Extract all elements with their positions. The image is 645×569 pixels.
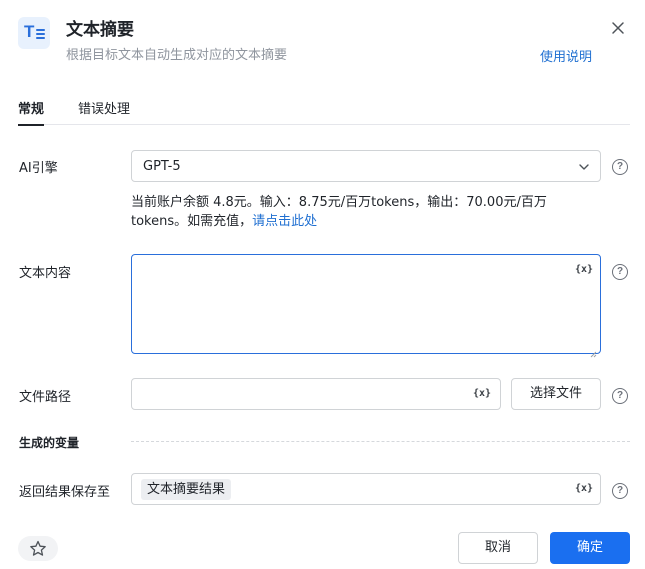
save-to-input[interactable]: 文本摘要结果 {x}: [131, 473, 601, 505]
dialog-title: 文本摘要: [66, 20, 134, 40]
ai-engine-select[interactable]: GPT-5: [131, 150, 601, 182]
generated-variables-heading: 生成的变量: [19, 436, 80, 450]
tab-bar: 常规 错误处理: [18, 98, 630, 126]
section-divider: [131, 441, 630, 442]
file-path-label: 文件路径: [19, 390, 72, 405]
close-icon[interactable]: [608, 18, 628, 38]
cancel-button[interactable]: 取消: [458, 532, 538, 564]
ai-engine-value: GPT-5: [143, 159, 181, 174]
variable-insert-icon[interactable]: {x}: [575, 483, 593, 494]
confirm-button[interactable]: 确定: [550, 532, 630, 564]
text-summary-icon: T: [18, 17, 50, 49]
resize-handle-icon[interactable]: [590, 343, 597, 358]
choose-file-button[interactable]: 选择文件: [511, 378, 601, 410]
dialog-subtitle: 根据目标文本自动生成对应的文本摘要: [66, 48, 288, 63]
ai-engine-help-icon[interactable]: ?: [612, 159, 628, 175]
balance-note-line2: tokens。如需充值，: [131, 214, 253, 229]
variable-insert-icon[interactable]: {x}: [473, 388, 491, 399]
tab-general[interactable]: 常规: [18, 98, 45, 126]
ai-engine-label: AI引擎: [19, 161, 58, 176]
file-path-help-icon[interactable]: ?: [612, 388, 628, 404]
variable-insert-icon[interactable]: {x}: [575, 264, 593, 275]
balance-note-line1: 当前账户余额 4.8元。输入：8.75元/百万tokens，输出：70.00元/…: [131, 195, 547, 210]
text-content-help-icon[interactable]: ?: [612, 264, 628, 280]
file-path-input[interactable]: {x}: [131, 378, 501, 410]
recharge-link[interactable]: 请点击此处: [252, 214, 317, 229]
text-content-textarea[interactable]: {x}: [131, 254, 601, 358]
save-to-label: 返回结果保存至: [19, 485, 111, 500]
balance-note: 当前账户余额 4.8元。输入：8.75元/百万tokens，输出：70.00元/…: [131, 193, 581, 231]
save-to-help-icon[interactable]: ?: [612, 483, 628, 499]
tab-error-handling[interactable]: 错误处理: [78, 98, 130, 125]
chevron-down-icon: [577, 159, 591, 173]
text-content-label: 文本内容: [19, 266, 72, 281]
help-link[interactable]: 使用说明: [540, 46, 592, 65]
variable-tag[interactable]: 文本摘要结果: [141, 479, 232, 500]
favorite-star-icon[interactable]: [18, 536, 58, 561]
